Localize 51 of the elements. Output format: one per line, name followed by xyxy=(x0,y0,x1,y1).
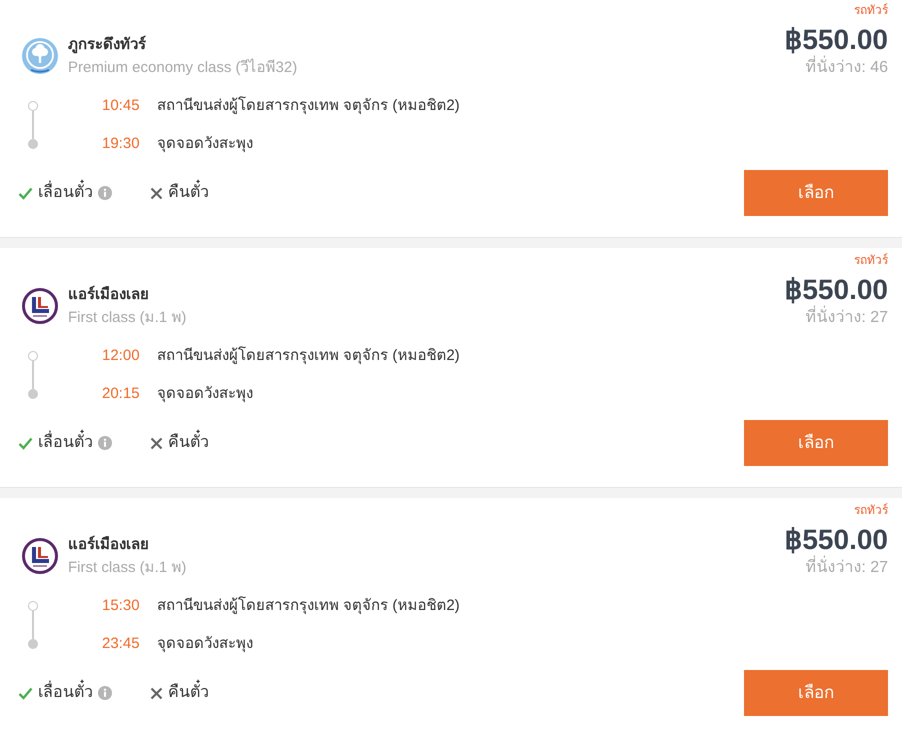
tree-logo-icon xyxy=(22,38,58,74)
select-button[interactable]: เลือก xyxy=(744,670,888,716)
price: ฿550.00 xyxy=(784,274,888,306)
price: ฿550.00 xyxy=(784,524,888,556)
seat-class: First class (ม.1 พ) xyxy=(68,308,186,328)
operator-name: แอร์เมืองเลย xyxy=(68,535,150,555)
seats-available: ที่นั่งว่าง: 27 xyxy=(805,558,888,578)
stop-time: 15:30 xyxy=(102,596,141,616)
stop-name: จุดจอดวังสะพุง xyxy=(157,134,253,154)
filled-circle-icon xyxy=(28,389,38,399)
info-icon[interactable] xyxy=(98,436,112,450)
open-circle-icon xyxy=(28,351,38,361)
bus-type-label: รถทัวร์ xyxy=(854,252,888,268)
feature-label: เลื่อนตั๋ว xyxy=(38,181,93,205)
stop-name: สถานีขนส่งผู้โดยสารกรุงเทพ จตุจักร (หมอชิต2) xyxy=(157,595,460,616)
info-icon[interactable] xyxy=(98,686,112,700)
price: ฿550.00 xyxy=(784,24,888,56)
select-button[interactable]: เลือก xyxy=(744,420,888,466)
filled-circle-icon xyxy=(28,639,38,649)
seat-class: Premium economy class (วีไอพี32) xyxy=(68,58,298,78)
open-circle-icon xyxy=(28,601,38,611)
seats-available: ที่นั่งว่าง: 27 xyxy=(805,308,888,328)
stop-time: 12:00 xyxy=(102,346,141,366)
bus-type-label: รถทัวร์ xyxy=(854,2,888,18)
feature-label: คืนตั๋ว xyxy=(168,181,209,205)
operator-name: แอร์เมืองเลย xyxy=(68,285,150,305)
timeline-line xyxy=(32,111,34,139)
stop-time: 20:15 xyxy=(102,384,141,404)
stop-name: สถานีขนส่งผู้โดยสารกรุงเทพ จตุจักร (หมอชิต2) xyxy=(157,95,460,116)
seats-available: ที่นั่งว่าง: 46 xyxy=(805,58,888,78)
timeline-line xyxy=(32,361,34,389)
info-icon[interactable] xyxy=(98,186,112,200)
seat-class: First class (ม.1 พ) xyxy=(68,558,186,578)
stop-name: สถานีขนส่งผู้โดยสารกรุงเทพ จตุจักร (หมอชิต2) xyxy=(157,345,460,366)
letter-logo-icon xyxy=(22,538,58,574)
select-button[interactable]: เลือก xyxy=(744,170,888,216)
open-circle-icon xyxy=(28,101,38,111)
stop-name: จุดจอดวังสะพุง xyxy=(157,634,253,654)
stop-time: 10:45 xyxy=(102,96,141,116)
letter-logo-icon xyxy=(22,288,58,324)
operator-name: ภูกระดึงทัวร์ xyxy=(68,35,147,55)
bus-type-label: รถทัวร์ xyxy=(854,502,888,518)
feature-label: เลื่อนตั๋ว xyxy=(38,431,93,455)
timeline-line xyxy=(32,611,34,639)
feature-label: คืนตั๋ว xyxy=(168,681,209,705)
feature-label: คืนตั๋ว xyxy=(168,431,209,455)
stop-time: 19:30 xyxy=(102,134,141,154)
stop-time: 23:45 xyxy=(102,634,141,654)
stop-name: จุดจอดวังสะพุง xyxy=(157,384,253,404)
feature-label: เลื่อนตั๋ว xyxy=(38,681,93,705)
filled-circle-icon xyxy=(28,139,38,149)
